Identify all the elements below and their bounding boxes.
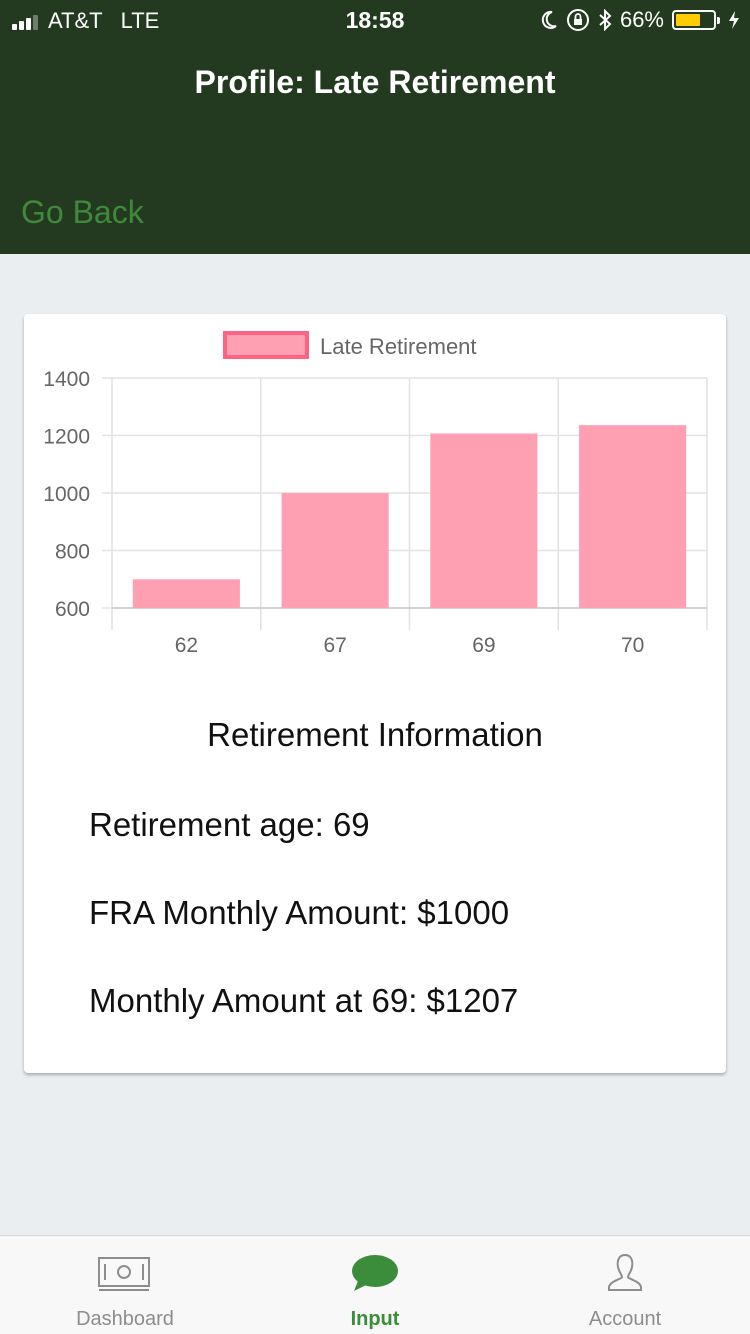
battery-icon <box>672 10 720 30</box>
charging-bolt-icon <box>729 11 739 29</box>
bar <box>132 579 240 608</box>
x-tick-label: 62 <box>175 634 198 657</box>
page-title: Profile: Late Retirement <box>194 64 556 100</box>
bar <box>430 433 538 608</box>
retirement-info-title: Retirement Information <box>207 716 543 753</box>
y-tick-label: 600 <box>55 598 90 621</box>
legend-label: Late Retirement <box>320 334 477 359</box>
moon-icon <box>541 10 557 29</box>
tab-account[interactable]: Account <box>500 1236 750 1334</box>
status-bar: AT&T LTE 18:58 66% <box>0 0 750 40</box>
tab-bar: Dashboard Input Account <box>0 1235 750 1334</box>
battery-level-fill <box>676 14 700 26</box>
legend-swatch <box>223 331 309 359</box>
y-tick-label: 1200 <box>43 426 90 449</box>
bluetooth-icon <box>599 9 612 31</box>
tab-input-label: Input <box>350 1308 400 1330</box>
x-tick-label: 70 <box>621 634 644 657</box>
tab-dashboard[interactable]: Dashboard <box>0 1236 250 1334</box>
fra-monthly-amount-text: FRA Monthly Amount: $1000 <box>89 894 510 931</box>
tab-account-label: Account <box>588 1308 662 1330</box>
retirement-card: Late Retirement 600 800 1000 1200 1400 62 67 69 7… <box>24 314 726 1073</box>
x-tick-label: 67 <box>323 634 346 657</box>
y-tick-label: 800 <box>55 541 90 564</box>
person-icon <box>608 1253 642 1291</box>
chat-bubble-icon <box>352 1255 398 1291</box>
orientation-lock-icon <box>566 9 589 31</box>
banknote-icon <box>98 1257 150 1291</box>
bar-chart: Late Retirement 600 800 1000 1200 1400 62 67 69 7… <box>43 331 708 657</box>
go-back-button[interactable]: Go Back <box>21 194 144 231</box>
y-tick-label: 1000 <box>43 483 90 506</box>
app-header: AT&T LTE 18:58 66% Profile: Late Retirem… <box>0 0 750 254</box>
bar <box>579 425 687 608</box>
y-tick-label: 1400 <box>43 368 90 391</box>
tab-dashboard-label: Dashboard <box>76 1308 174 1330</box>
tab-input[interactable]: Input <box>250 1236 500 1334</box>
status-bar-right: 66% <box>540 7 740 33</box>
retirement-age-text: Retirement age: 69 <box>89 806 370 843</box>
battery-percent: 66% <box>619 7 664 32</box>
chart-legend: Late Retirement <box>223 331 477 359</box>
monthly-amount-text: Monthly Amount at 69: $1207 <box>89 982 519 1019</box>
x-tick-label: 69 <box>472 634 495 657</box>
bar <box>281 493 389 608</box>
